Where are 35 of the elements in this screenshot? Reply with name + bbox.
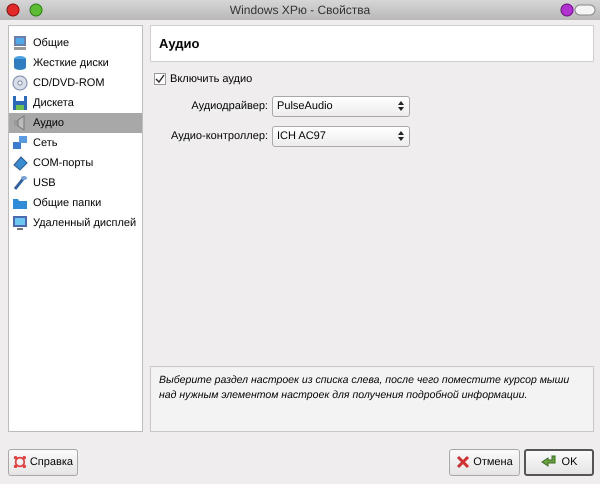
sidebar-item[interactable]: Общие папки [9, 193, 142, 213]
sidebar-item[interactable]: USB [9, 173, 142, 193]
display-icon [12, 215, 28, 231]
sidebar-item[interactable]: COM-порты [9, 153, 142, 173]
disc-icon [12, 75, 28, 91]
checkbox-label[interactable]: Включить аудио [170, 71, 252, 88]
sidebar-item[interactable]: Аудио [9, 113, 142, 133]
network-icon [12, 135, 28, 151]
dropdown[interactable]: PulseAudio [272, 96, 410, 116]
help-icon [13, 454, 27, 470]
field-label: Аудиодрайвер: [190, 98, 268, 114]
ok-button[interactable]: OK [524, 448, 594, 476]
sidebar-item[interactable]: Жесткие диски [9, 53, 142, 73]
spinner-arrows-icon [397, 130, 405, 142]
window-title: Windows XPю - Свойства [230, 2, 370, 19]
dropdown[interactable]: ICH AC97 [272, 126, 410, 146]
help-text: Выберите раздел настроек из списка слева, после чего поместите курсор мыши над нужным элементом настроек для получения подробной информации. [150, 366, 594, 432]
cancel-button[interactable]: Отмена [449, 448, 520, 476]
spinner-arrows-icon [397, 100, 405, 112]
window-buttons-drawing[interactable] [560, 3, 596, 17]
disk-stack-icon [12, 55, 28, 71]
sidebar-item[interactable]: Сеть [9, 133, 142, 153]
monitor-icon [12, 35, 28, 51]
sidebar-item[interactable]: CD/DVD-ROM [9, 73, 142, 93]
cross-icon [456, 455, 470, 469]
field-label: Аудио-контроллер: [170, 128, 268, 144]
sidebar-item[interactable]: Дискета [9, 93, 142, 113]
sidebar-item[interactable]: Общие [9, 33, 142, 53]
help-button[interactable]: Справка [8, 448, 78, 476]
floppy-icon [12, 95, 28, 111]
port-icon [12, 155, 28, 171]
checkbox[interactable] [154, 73, 166, 86]
section-title: Аудио [150, 25, 594, 62]
usb-icon [12, 175, 28, 191]
sidebar-item[interactable]: Удаленный дисплей [9, 213, 142, 233]
